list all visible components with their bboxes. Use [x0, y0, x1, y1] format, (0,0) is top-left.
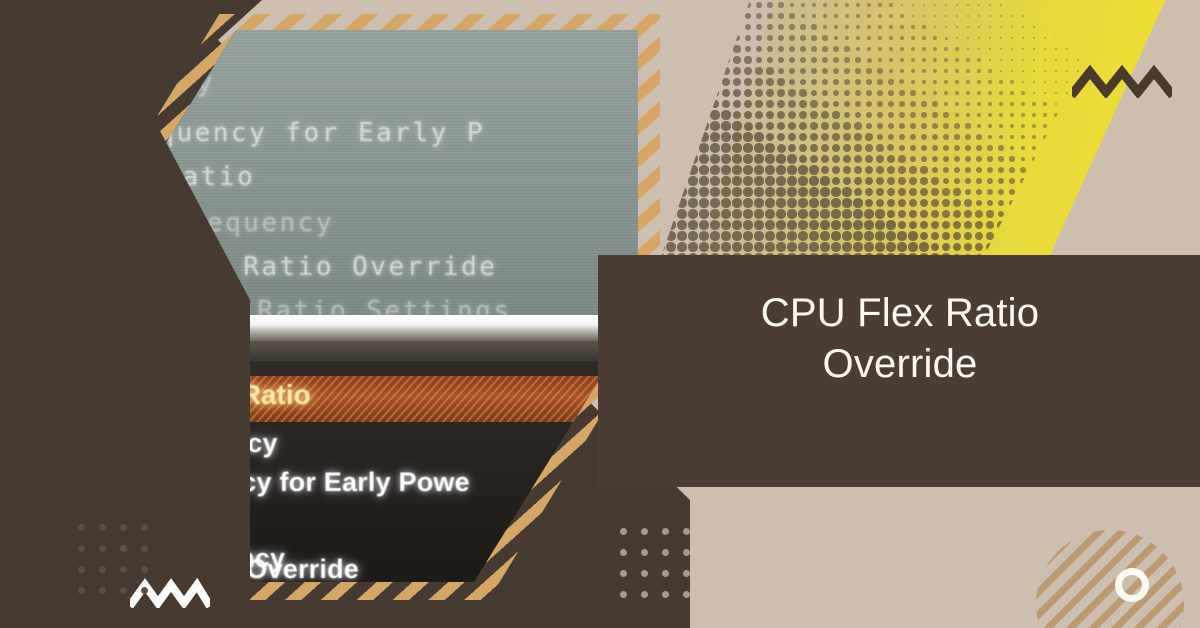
dot-grid-left [78, 524, 148, 594]
ring-icon [1115, 568, 1149, 602]
dot-grid-middle [620, 528, 690, 598]
zigzag-icon-top-right [1072, 64, 1172, 98]
page-title: CPU Flex Ratio Override [640, 288, 1160, 390]
cover-card: quency requency for Early P re Ratio ore… [0, 0, 1200, 628]
page-title-line-1: CPU Flex Ratio [760, 291, 1040, 335]
page-title-line-2: Override [822, 342, 978, 387]
